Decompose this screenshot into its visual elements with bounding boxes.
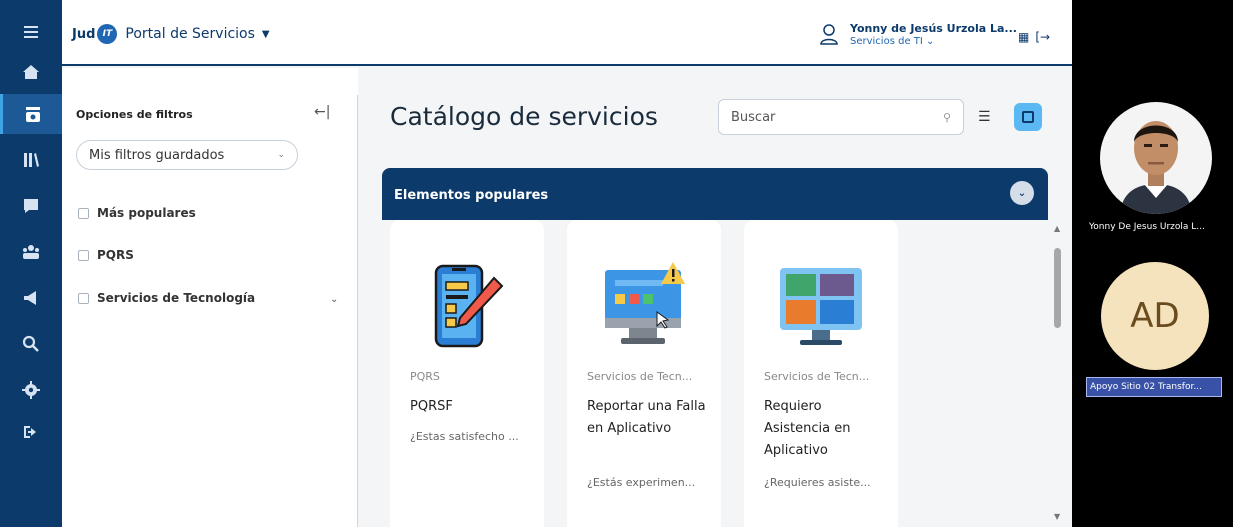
knowledge-icon[interactable] — [0, 140, 62, 180]
portal-title: Portal de Servicios — [125, 26, 255, 42]
logout-icon[interactable] — [0, 412, 62, 452]
card-description: ¿Estás experimen... — [587, 476, 696, 489]
section-title: Elementos populares — [394, 188, 549, 203]
catalog-area: Catálogo de servicios Buscar ⚲ ☰ Element… — [358, 68, 1072, 527]
catalog-card-pqrsf[interactable]: PQRS PQRSF ¿Estas satisfecho ... — [390, 220, 544, 527]
monitor-warning-illustration — [605, 262, 685, 344]
screen: Jud IT Portal de Servicios ▼ Yonny de Je… — [0, 0, 1233, 527]
chat-icon[interactable] — [0, 186, 62, 226]
menu-icon[interactable] — [0, 12, 62, 52]
portal-app: Jud IT Portal de Servicios ▼ Yonny de Je… — [62, 0, 1072, 527]
checkbox[interactable] — [78, 249, 89, 261]
card-title: PQRSF — [410, 399, 453, 414]
filter-option-label: Más populares — [97, 206, 196, 220]
user-menu[interactable]: Yonny de Jesús Urzola La... Servicios de… — [818, 22, 1017, 47]
saved-filters-select[interactable]: Mis filtros guardados ⌄ — [76, 140, 298, 170]
filters-title: Opciones de filtros — [76, 108, 193, 121]
grid-view-icon — [1022, 111, 1034, 123]
participants-panel: Yonny De Jesus Urzola L... AD Apoyo Siti… — [1072, 0, 1233, 527]
catalog-icon[interactable] — [0, 94, 62, 134]
scroll-up-icon[interactable]: ▲ — [1054, 224, 1060, 233]
sign-out-icon[interactable]: [→ — [1035, 30, 1050, 44]
card-title: Reportar una Falla en Aplicativo — [587, 399, 706, 436]
catalog-card-request-assistance[interactable]: Servicios de Tecn... Requiero Asistencia… — [744, 220, 898, 527]
saved-filters-value: Mis filtros guardados — [89, 147, 225, 163]
brand-logo-text: Jud — [72, 26, 96, 42]
search-placeholder: Buscar — [731, 109, 776, 125]
settings-icon[interactable] — [0, 370, 62, 410]
participant-photo — [1100, 102, 1212, 214]
card-description: ¿Estas satisfecho ... — [410, 430, 519, 443]
filter-option-label: PQRS — [97, 248, 134, 262]
user-icon — [820, 24, 838, 45]
page-title: Catálogo de servicios — [390, 102, 658, 131]
qr-code-icon[interactable]: ▦ — [1018, 30, 1029, 44]
filter-option-pqrs[interactable]: PQRS — [78, 248, 134, 262]
home-icon[interactable] — [0, 52, 62, 92]
filter-option-label: Servicios de Tecnología — [97, 291, 256, 305]
brand-logo-badge: IT — [97, 24, 118, 44]
user-name: Yonny de Jesús Urzola La... — [850, 22, 1017, 35]
grid-view-button[interactable] — [1014, 103, 1042, 131]
top-bar: Jud IT Portal de Servicios ▼ Yonny de Je… — [62, 0, 1072, 66]
chevron-down-icon: ⌄ — [277, 150, 285, 160]
phone-form-illustration — [434, 264, 504, 348]
card-category: Servicios de Tecn... — [587, 370, 693, 383]
announcement-icon[interactable] — [0, 278, 62, 318]
card-title: Requiero Asistencia en Aplicativo — [764, 399, 851, 458]
popular-items-header: Elementos populares ⌄ — [382, 168, 1048, 220]
filter-option-popular[interactable]: Más populares — [78, 206, 196, 220]
card-category: Servicios de Tecn... — [764, 370, 870, 383]
user-role: Servicios de TI ⌄ — [850, 36, 935, 47]
participant-avatar: AD — [1101, 262, 1209, 370]
search-icon[interactable] — [0, 324, 62, 364]
participant-name-highlighted: Apoyo Sitio 02 Transfor... — [1086, 377, 1222, 397]
expand-chevron-icon[interactable]: ⌄ — [330, 294, 338, 305]
list-view-icon[interactable]: ☰ — [978, 109, 991, 125]
checkbox[interactable] — [78, 207, 89, 219]
search-icon: ⚲ — [942, 110, 951, 124]
collapse-section-button[interactable]: ⌄ — [1010, 181, 1034, 205]
card-description: ¿Requieres asiste... — [764, 476, 871, 489]
scrollbar[interactable]: ▲ ▼ — [1051, 220, 1065, 527]
top-actions: ▦ [→ — [1018, 30, 1050, 44]
checkbox[interactable] — [78, 292, 89, 304]
scroll-down-icon[interactable]: ▼ — [1054, 512, 1060, 521]
filter-option-technology[interactable]: Servicios de Tecnología — [78, 291, 255, 305]
collapse-panel-icon[interactable]: ←| — [314, 104, 330, 120]
scrollbar-thumb[interactable] — [1054, 248, 1061, 328]
brand-menu[interactable]: Jud IT Portal de Servicios ▼ — [72, 24, 270, 44]
search-input[interactable]: Buscar ⚲ — [718, 99, 964, 135]
caret-down-icon: ▼ — [261, 28, 270, 40]
group-icon[interactable] — [0, 232, 62, 272]
left-nav — [0, 0, 62, 527]
dashboard-monitor-illustration — [780, 268, 862, 345]
card-category: PQRS — [410, 370, 440, 383]
filter-panel: Opciones de filtros ←| Mis filtros guard… — [62, 68, 358, 527]
participant-name: Yonny De Jesus Urzola L... — [1089, 222, 1205, 232]
catalog-card-report-failure[interactable]: Servicios de Tecn... Reportar una Falla … — [567, 220, 721, 527]
